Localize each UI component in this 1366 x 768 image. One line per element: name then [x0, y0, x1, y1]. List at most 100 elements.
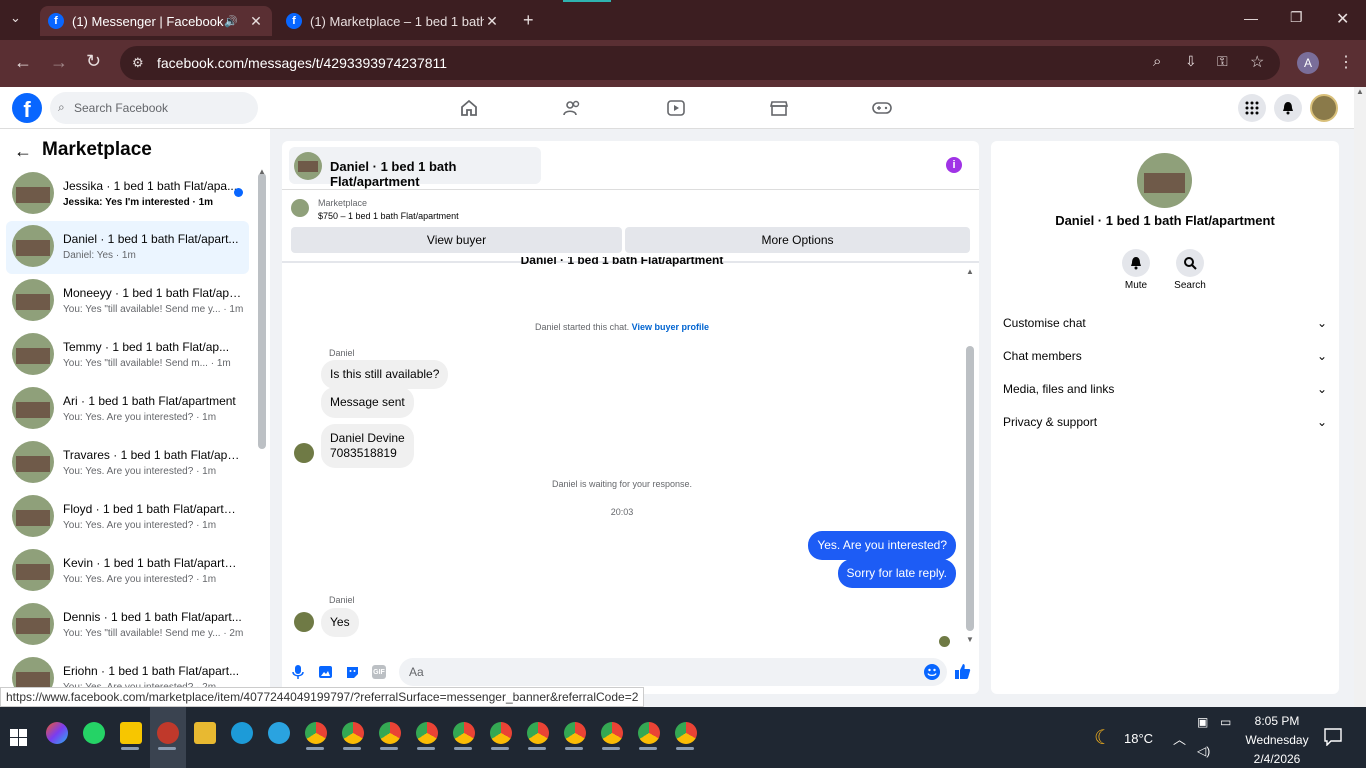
tab-close-icon[interactable]: ✕: [248, 13, 264, 30]
chrome-icon[interactable]: [601, 722, 623, 744]
incoming-message[interactable]: Is this still available?: [321, 360, 449, 389]
page-scrollbar[interactable]: ▲: [1354, 87, 1366, 707]
app-icon[interactable]: [157, 722, 179, 744]
listing-price[interactable]: $750 – 1 bed 1 bath Flat/apartment: [318, 211, 459, 221]
chrome-icon[interactable]: [527, 722, 549, 744]
conversation-item[interactable]: Travares · 1 bed 1 bath Flat/apa... You: …: [6, 437, 249, 490]
info-icon[interactable]: i: [946, 157, 962, 173]
network-icon[interactable]: ▭: [1220, 715, 1231, 729]
menu-grid-icon[interactable]: [1238, 94, 1266, 122]
privacy-support-section[interactable]: Privacy & support ⌄: [1003, 412, 1327, 432]
address-bar[interactable]: ⚙ facebook.com/messages/t/42933939742378…: [120, 46, 1280, 80]
mute-bell-icon[interactable]: [1122, 249, 1150, 277]
chrome-icon[interactable]: [379, 722, 401, 744]
outgoing-message[interactable]: Yes. Are you interested?: [808, 531, 956, 560]
file-explorer-icon[interactable]: [194, 722, 216, 744]
conversation-item[interactable]: Dennis · 1 bed 1 bath Flat/apart... You: …: [6, 599, 249, 652]
browser-menu-icon[interactable]: ⋮: [1338, 52, 1354, 72]
conversation-item[interactable]: Moneeyy · 1 bed 1 bath Flat/apa... You: Y…: [6, 275, 249, 328]
facebook-logo-icon[interactable]: f: [12, 93, 42, 123]
reload-icon[interactable]: ↻: [86, 51, 101, 72]
install-app-icon[interactable]: ⇩: [1185, 53, 1197, 70]
tab-marketplace[interactable]: f (1) Marketplace – 1 bed 1 bath F ✕: [278, 6, 508, 36]
telegram-icon[interactable]: [268, 722, 290, 744]
incoming-message[interactable]: Daniel Devine 7083518819: [321, 424, 414, 468]
conversation-item[interactable]: Daniel · 1 bed 1 bath Flat/apart... Danie…: [6, 221, 249, 274]
forward-icon[interactable]: →: [50, 52, 68, 73]
like-thumb-icon[interactable]: [954, 663, 971, 680]
view-buyer-button[interactable]: View buyer: [291, 227, 622, 253]
emoji-icon[interactable]: [924, 664, 940, 680]
media-files-links-section[interactable]: Media, files and links ⌄: [1003, 379, 1327, 399]
new-tab-icon[interactable]: +: [523, 10, 534, 31]
scroll-up-icon[interactable]: ▲: [258, 167, 266, 176]
chrome-icon[interactable]: [638, 722, 660, 744]
search-input[interactable]: ⌕ Search Facebook: [50, 92, 258, 124]
sticker-icon[interactable]: [345, 665, 360, 680]
outgoing-message[interactable]: Sorry for late reply.: [837, 559, 956, 588]
tray-device-icon[interactable]: ▣: [1197, 715, 1208, 729]
whatsapp-icon[interactable]: [83, 722, 105, 744]
incoming-message[interactable]: Message sent: [321, 387, 414, 418]
windows-start-icon[interactable]: [10, 729, 27, 746]
chrome-icon[interactable]: [564, 722, 586, 744]
volume-icon[interactable]: ◁): [1197, 744, 1210, 758]
more-options-button[interactable]: More Options: [625, 227, 970, 253]
tab-list-chevron-icon[interactable]: ⌄: [10, 10, 21, 26]
site-info-icon[interactable]: ⚙: [132, 55, 144, 71]
tab-messenger[interactable]: f (1) Messenger | Facebook 🔊 ✕: [40, 6, 272, 36]
scrollbar-thumb[interactable]: [258, 173, 266, 449]
weather-moon-icon[interactable]: ☾: [1094, 725, 1112, 750]
clock[interactable]: 8:05 PM Wednesday 2/4/2026: [1242, 712, 1312, 768]
home-icon[interactable]: [459, 98, 479, 118]
bookmark-star-icon[interactable]: ☆: [1250, 52, 1264, 72]
back-arrow-icon[interactable]: ←: [14, 141, 32, 162]
contact-avatar[interactable]: [1137, 153, 1192, 208]
scroll-down-icon[interactable]: ▼: [966, 635, 974, 644]
password-key-icon[interactable]: ⚿: [1217, 53, 1228, 70]
conversation-item[interactable]: Temmy · 1 bed 1 bath Flat/ap... You: Yes …: [6, 329, 249, 382]
chat-header[interactable]: Daniel · 1 bed 1 bath Flat/apartment: [289, 147, 541, 189]
tray-chevron-icon[interactable]: ︿: [1173, 729, 1186, 748]
notifications-bell-icon[interactable]: [1274, 94, 1302, 122]
chrome-icon[interactable]: [453, 722, 475, 744]
video-icon[interactable]: [666, 98, 686, 118]
chat-scrollbar-thumb[interactable]: [966, 346, 974, 631]
speaker-icon[interactable]: 🔊: [224, 15, 238, 28]
notification-center-icon[interactable]: [1324, 728, 1342, 746]
profile-avatar[interactable]: A: [1297, 52, 1319, 74]
microphone-icon[interactable]: [292, 664, 304, 680]
window-close-icon[interactable]: ✕: [1336, 9, 1349, 29]
chrome-icon[interactable]: [490, 722, 512, 744]
account-avatar[interactable]: [1310, 94, 1338, 122]
chrome-icon[interactable]: [305, 722, 327, 744]
zoom-icon[interactable]: ⌕: [1153, 53, 1161, 70]
customise-chat-section[interactable]: Customise chat ⌄: [1003, 313, 1327, 333]
gaming-icon[interactable]: [871, 98, 893, 118]
chrome-icon[interactable]: [416, 722, 438, 744]
back-icon[interactable]: ←: [14, 52, 32, 73]
photo-icon[interactable]: [318, 665, 333, 679]
tab-close-icon[interactable]: ✕: [484, 13, 500, 30]
scroll-up-icon[interactable]: ▲: [1354, 87, 1366, 96]
sticky-notes-icon[interactable]: [120, 722, 142, 744]
view-buyer-profile-link[interactable]: View buyer profile: [632, 322, 709, 332]
conversation-item[interactable]: Ari · 1 bed 1 bath Flat/apartment You: Ye…: [6, 383, 249, 436]
marketplace-icon[interactable]: [769, 98, 789, 118]
weather-temp[interactable]: 18°C: [1124, 731, 1153, 746]
gif-icon[interactable]: GIF: [372, 665, 386, 679]
chrome-icon[interactable]: [342, 722, 364, 744]
search-chat-icon[interactable]: [1176, 249, 1204, 277]
message-input[interactable]: Aa: [399, 658, 947, 686]
restore-icon[interactable]: ❐: [1290, 9, 1303, 26]
scroll-up-icon[interactable]: ▲: [966, 267, 974, 276]
conversation-item[interactable]: Floyd · 1 bed 1 bath Flat/apartm... You: …: [6, 491, 249, 544]
conversation-item[interactable]: Jessika · 1 bed 1 bath Flat/apa... Jessik…: [6, 168, 249, 221]
friends-icon[interactable]: [562, 98, 582, 118]
edge-icon[interactable]: [231, 722, 253, 744]
conversation-item[interactable]: Kevin · 1 bed 1 bath Flat/apartm... You: …: [6, 545, 249, 598]
incoming-message[interactable]: Yes: [321, 608, 359, 637]
minimize-icon[interactable]: —: [1244, 10, 1258, 26]
chrome-icon[interactable]: [675, 722, 697, 744]
copilot-icon[interactable]: [46, 722, 68, 744]
